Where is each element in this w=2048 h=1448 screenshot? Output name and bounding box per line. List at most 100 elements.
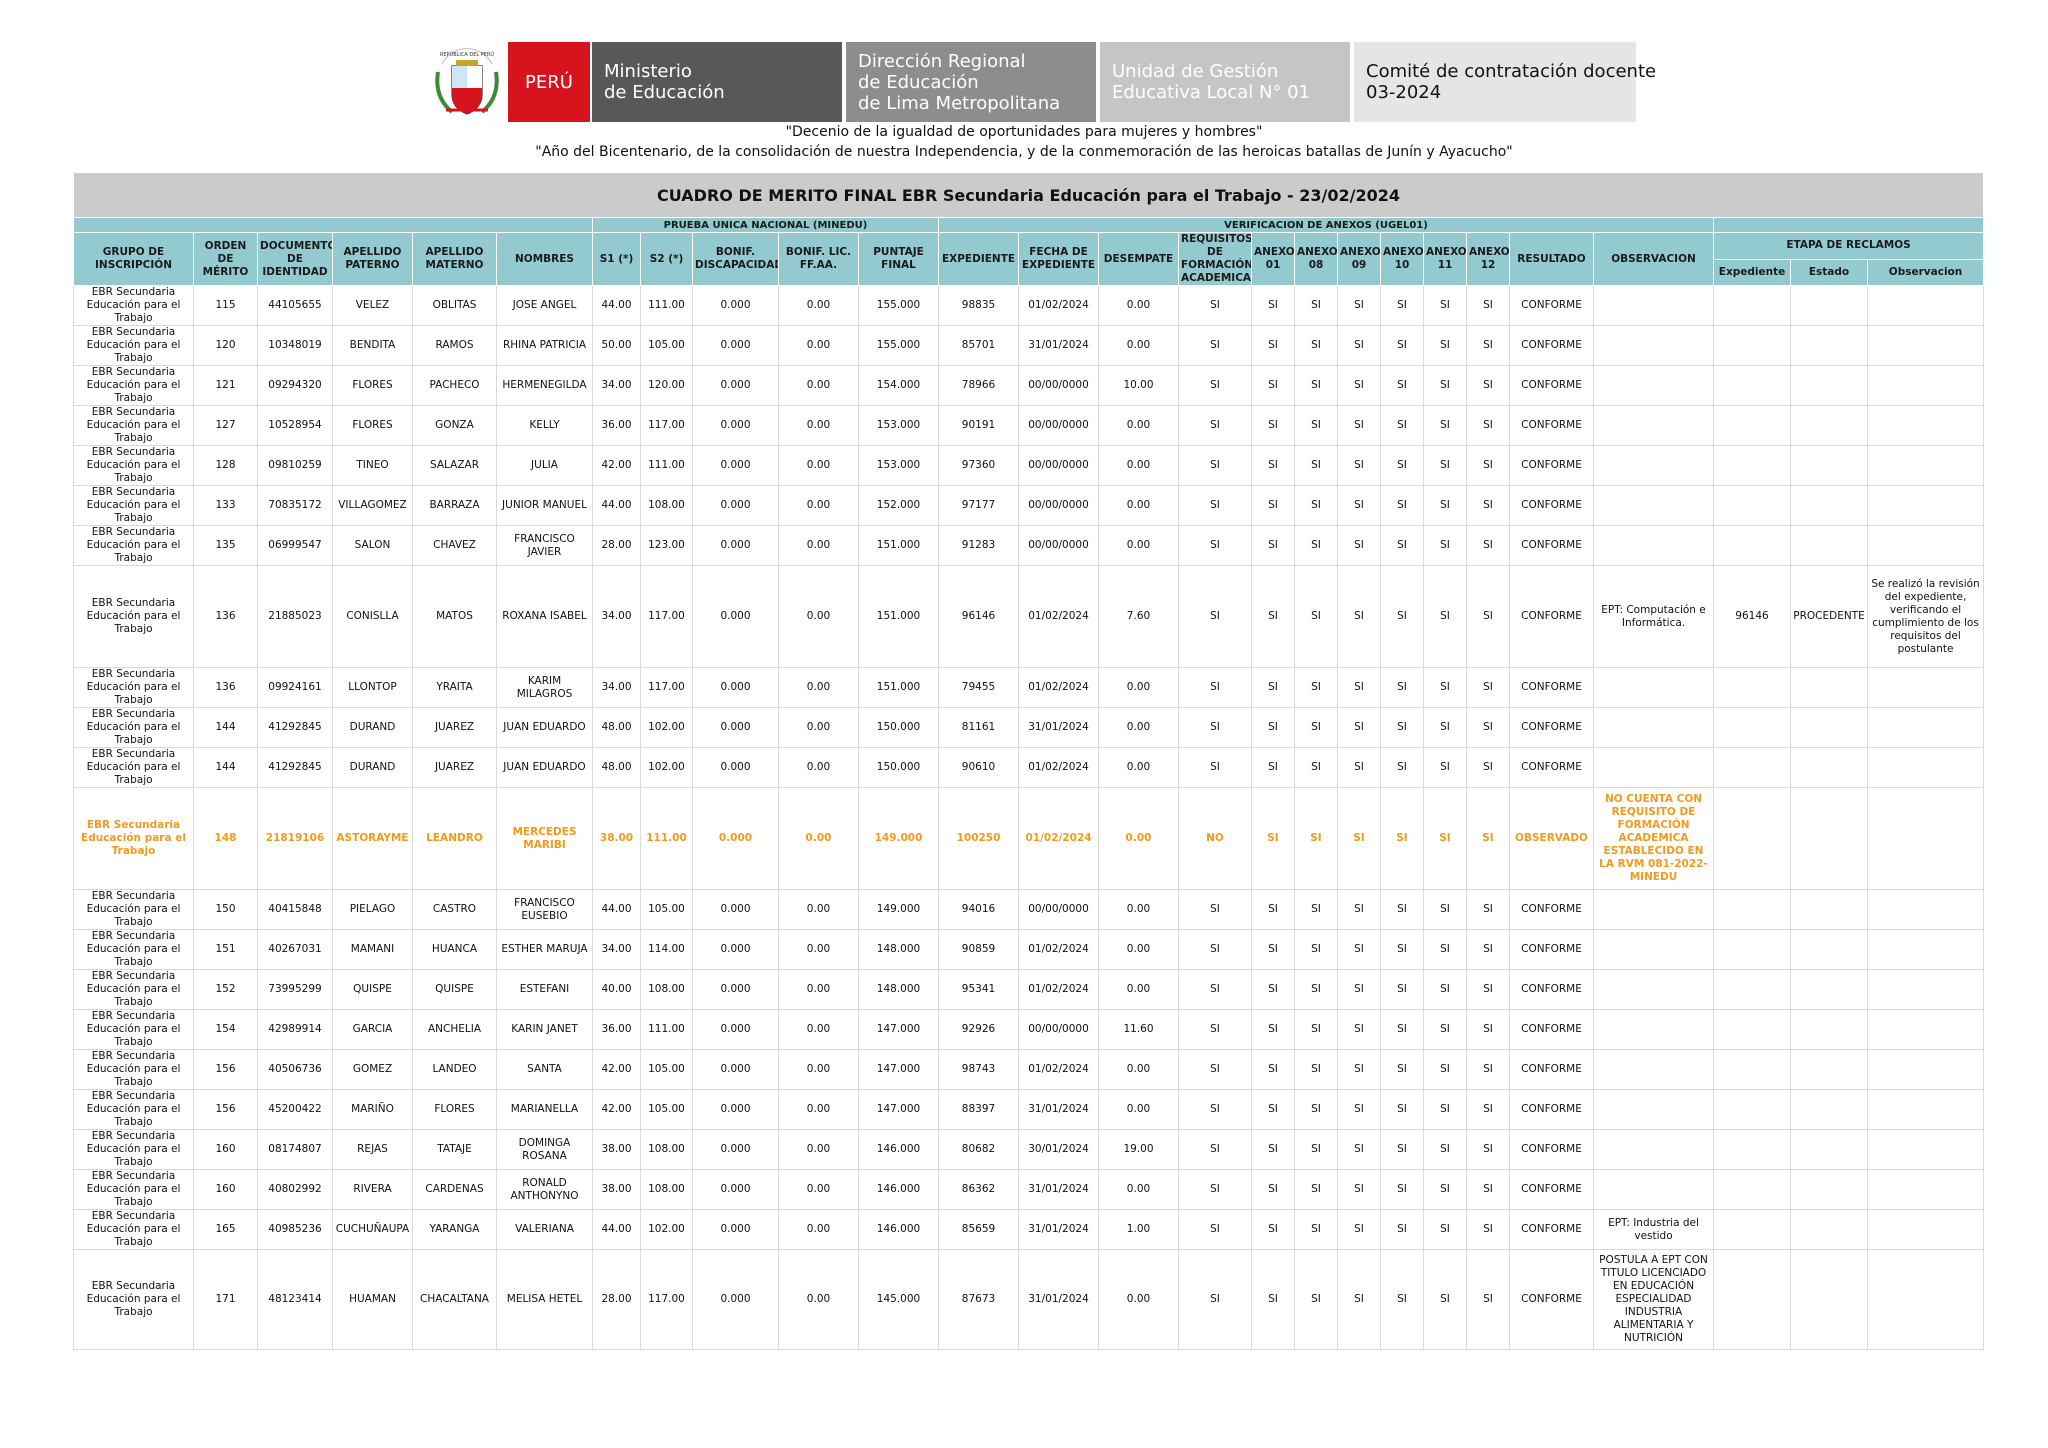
cell-resultado: CONFORME — [1509, 565, 1594, 668]
cell-reclamo-estado — [1790, 525, 1868, 566]
cell-anexo-09: SI — [1337, 565, 1381, 668]
cell-requisitos: SI — [1178, 285, 1252, 326]
cell-grupo: EBR Secundaria Educación para el Trabajo — [73, 285, 194, 326]
col-reclamo-estado: Estado — [1790, 258, 1868, 286]
cell-expediente: 90191 — [938, 405, 1019, 446]
cell-bonif-lic: 0.00 — [778, 1129, 859, 1170]
cell-anexo-01: SI — [1251, 485, 1295, 526]
cell-desempate: 0.00 — [1098, 1169, 1179, 1210]
col-requisitos: REQUISITOS DE FORMACIÓN ACADEMICA — [1178, 232, 1252, 286]
cell-grupo: EBR Secundaria Educación para el Trabajo — [73, 747, 194, 788]
cell-documento: 09924161 — [257, 667, 333, 708]
cell-expediente: 98835 — [938, 285, 1019, 326]
cell-desempate: 0.00 — [1098, 969, 1179, 1010]
cell-reclamo-observacion — [1866, 485, 1985, 526]
cell-expediente: 90859 — [938, 929, 1019, 970]
cell-s1: 28.00 — [592, 1249, 641, 1350]
cell-anexo-12: SI — [1466, 565, 1510, 668]
cell-fecha-expediente: 01/02/2024 — [1018, 565, 1099, 668]
cell-ap-paterno: DURAND — [332, 707, 413, 748]
cell-fecha-expediente: 01/02/2024 — [1018, 667, 1099, 708]
cell-reclamo-observacion — [1866, 1009, 1985, 1050]
cell-reclamo-estado — [1790, 405, 1868, 446]
cell-anexo-01: SI — [1251, 707, 1295, 748]
cell-reclamo-estado — [1790, 1209, 1868, 1250]
table-row: EBR Secundaria Educación para el Trabajo… — [73, 969, 1985, 1010]
cell-orden: 154 — [193, 1009, 258, 1050]
cell-bonif-discapacidad: 0.000 — [692, 707, 779, 748]
cell-ap-materno: SALAZAR — [412, 445, 497, 486]
cell-reclamo-estado — [1790, 1169, 1868, 1210]
table-row: EBR Secundaria Educación para el Trabajo… — [73, 1169, 1985, 1210]
cell-resultado: CONFORME — [1509, 445, 1594, 486]
cell-anexo-08: SI — [1294, 1009, 1338, 1050]
cell-bonif-lic: 0.00 — [778, 1169, 859, 1210]
cell-documento: 73995299 — [257, 969, 333, 1010]
cell-desempate: 0.00 — [1098, 405, 1179, 446]
cell-anexo-11: SI — [1423, 969, 1467, 1010]
cell-anexo-10: SI — [1380, 787, 1424, 890]
cell-ap-paterno: LLONTOP — [332, 667, 413, 708]
col-bonif-discapacidad: BONIF. DISCAPACIDAD — [692, 232, 779, 286]
col-orden: ORDEN DE MÉRITO — [193, 232, 258, 286]
cell-anexo-10: SI — [1380, 1169, 1424, 1210]
cell-grupo: EBR Secundaria Educación para el Trabajo — [73, 1049, 194, 1090]
cell-bonif-discapacidad: 0.000 — [692, 1089, 779, 1130]
cell-resultado: CONFORME — [1509, 747, 1594, 788]
cell-anexo-11: SI — [1423, 565, 1467, 668]
col-anexo-12: ANEXO 12 — [1466, 232, 1510, 286]
cell-ap-materno: OBLITAS — [412, 285, 497, 326]
cell-bonif-lic: 0.00 — [778, 365, 859, 406]
cell-observacion — [1593, 667, 1714, 708]
cell-grupo: EBR Secundaria Educación para el Trabajo — [73, 525, 194, 566]
cell-ap-materno: RAMOS — [412, 325, 497, 366]
col-puntaje-final: PUNTAJE FINAL — [858, 232, 939, 286]
cell-desempate: 0.00 — [1098, 325, 1179, 366]
cell-orden: 148 — [193, 787, 258, 890]
cell-reclamo-observacion — [1866, 365, 1985, 406]
cell-desempate: 0.00 — [1098, 445, 1179, 486]
cell-s2: 108.00 — [640, 969, 693, 1010]
cell-resultado: CONFORME — [1509, 929, 1594, 970]
cell-anexo-08: SI — [1294, 445, 1338, 486]
cell-reclamo-expediente — [1713, 747, 1791, 788]
cell-s2: 111.00 — [640, 285, 693, 326]
cell-anexo-10: SI — [1380, 1249, 1424, 1350]
cell-ap-paterno: REJAS — [332, 1129, 413, 1170]
cell-ap-materno: FLORES — [412, 1089, 497, 1130]
cell-reclamo-expediente — [1713, 325, 1791, 366]
cell-anexo-08: SI — [1294, 1209, 1338, 1250]
col-anexo-10: ANEXO 10 — [1380, 232, 1424, 286]
cell-anexo-09: SI — [1337, 1209, 1381, 1250]
cell-nombres: JUAN EDUARDO — [496, 747, 593, 788]
cell-grupo: EBR Secundaria Educación para el Trabajo — [73, 787, 194, 890]
table-row: EBR Secundaria Educación para el Trabajo… — [73, 1049, 1985, 1090]
cell-expediente: 88397 — [938, 1089, 1019, 1130]
cell-fecha-expediente: 00/00/0000 — [1018, 365, 1099, 406]
cell-fecha-expediente: 01/02/2024 — [1018, 969, 1099, 1010]
cell-orden: 160 — [193, 1169, 258, 1210]
cell-reclamo-observacion — [1866, 1249, 1985, 1350]
cell-desempate: 0.00 — [1098, 1089, 1179, 1130]
table-row: EBR Secundaria Educación para el Trabajo… — [73, 365, 1985, 406]
cell-s1: 42.00 — [592, 445, 641, 486]
cell-s2: 108.00 — [640, 1129, 693, 1170]
cell-anexo-12: SI — [1466, 747, 1510, 788]
cell-anexo-11: SI — [1423, 325, 1467, 366]
cell-anexo-11: SI — [1423, 1249, 1467, 1350]
blank-group-reclamos — [1712, 217, 1985, 233]
cell-desempate: 7.60 — [1098, 565, 1179, 668]
cell-desempate: 0.00 — [1098, 929, 1179, 970]
ugel-line1: Unidad de Gestión — [1112, 61, 1279, 82]
cell-documento: 70835172 — [257, 485, 333, 526]
cell-ap-materno: YARANGA — [412, 1209, 497, 1250]
cell-puntaje-final: 146.000 — [858, 1129, 939, 1170]
cell-resultado: CONFORME — [1509, 1249, 1594, 1350]
cell-orden: 144 — [193, 707, 258, 748]
cell-documento: 48123414 — [257, 1249, 333, 1350]
cell-anexo-09: SI — [1337, 1169, 1381, 1210]
cell-orden: 144 — [193, 747, 258, 788]
cell-s1: 34.00 — [592, 929, 641, 970]
cell-ap-materno: TATAJE — [412, 1129, 497, 1170]
comite-line1: Comité de contratación docente — [1366, 61, 1657, 82]
